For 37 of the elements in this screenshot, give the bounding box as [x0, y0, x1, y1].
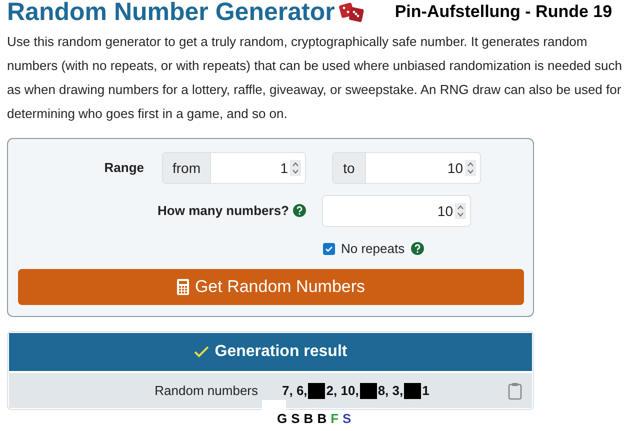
overlay-title: Pin-Aufstellung - Runde 19 — [394, 1, 612, 24]
check-icon — [325, 244, 333, 253]
result-label: Random numbers — [154, 382, 258, 400]
intro-paragraph: Use this random generator to get a truly random, cryptographically safe number. It generates random numbers (with no repeats, or with repeats) that can be used where unbiased randomization is needed such as when drawing numbers for a lottery, raffle, giveaway, or sweepstake. An RNG draw can also be used for determining who goes first in a game, and so on. — [6, 33, 623, 123]
spinner-icon[interactable] — [290, 160, 301, 176]
result-numbers: 8, 3, — [378, 382, 404, 400]
result-numbers: 2, 10, — [326, 382, 359, 400]
number-field[interactable]: 10 — [323, 196, 470, 226]
spinner-icon[interactable] — [465, 160, 476, 176]
redaction-bar — [404, 382, 422, 398]
result-title: Generation result — [214, 342, 348, 362]
to-addon: to — [333, 153, 366, 183]
redaction-bar — [308, 382, 326, 398]
result-numbers: 7, 6, — [282, 382, 308, 400]
letter: G — [277, 410, 288, 428]
redaction-bar — [360, 382, 377, 398]
letter: S — [291, 410, 300, 428]
letter: B — [304, 410, 314, 428]
count-label: How many numbers? — [158, 202, 289, 220]
clipboard-icon[interactable] — [508, 382, 522, 400]
letter: B — [317, 410, 327, 428]
get-numbers-button[interactable]: Get Random Numbers — [18, 268, 524, 304]
help-icon[interactable] — [293, 204, 306, 218]
letter: S — [342, 410, 352, 428]
spinner-icon[interactable] — [455, 203, 466, 219]
page-title: Random Number Generator — [7, 0, 335, 24]
checkbox[interactable] — [323, 242, 335, 255]
from-addon: from — [163, 153, 211, 183]
result-numbers: 1 — [422, 382, 430, 400]
letter: F — [330, 410, 339, 428]
help-icon[interactable] — [410, 242, 424, 256]
calculator-icon — [176, 278, 189, 294]
number-field[interactable]: 10 — [366, 153, 480, 183]
number-field[interactable]: 1 — [211, 153, 305, 183]
checkbox-label: No repeats — [341, 240, 405, 258]
range-label: Range — [103, 159, 144, 177]
checkmark-icon — [194, 346, 209, 358]
